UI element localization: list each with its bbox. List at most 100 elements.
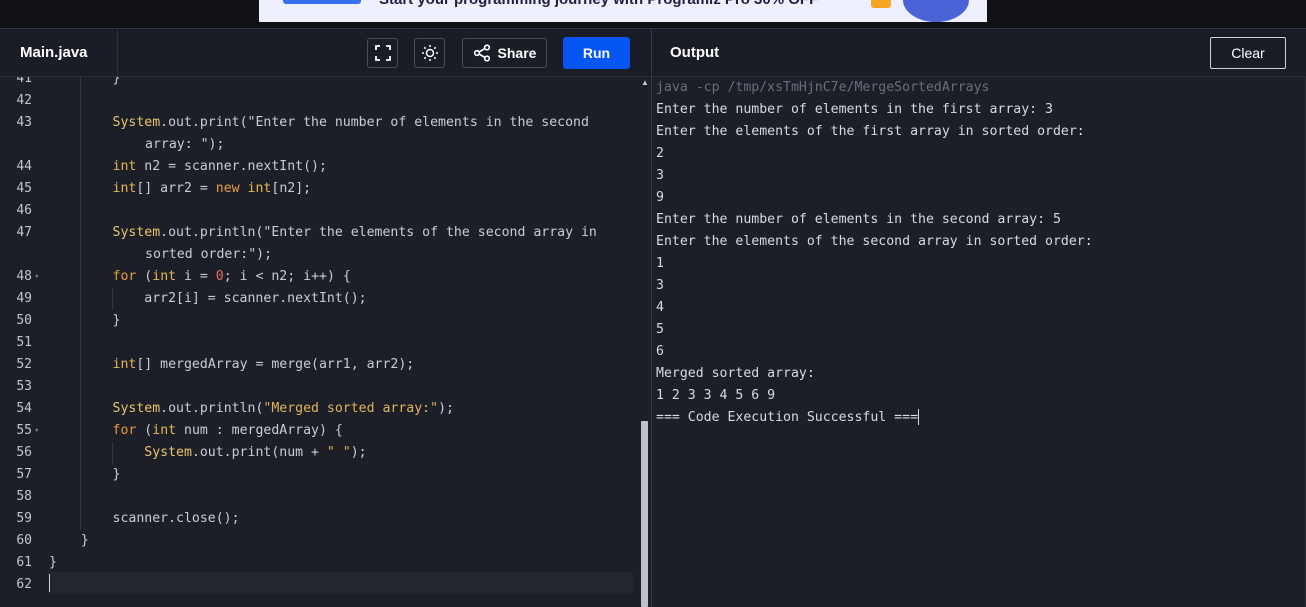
indent-guide xyxy=(80,332,81,354)
line-number: 57 xyxy=(16,467,32,482)
output-line: === Code Execution Successful === xyxy=(656,409,920,425)
ad-badge-graphic xyxy=(871,0,891,8)
indent-guide xyxy=(80,90,81,112)
code-text: int[] arr2 = new int[n2]; xyxy=(112,181,312,196)
code-text: System.out.print(num + " "); xyxy=(144,445,367,460)
theme-toggle-button[interactable] xyxy=(414,38,445,68)
scroll-up-icon[interactable]: ▲ xyxy=(641,78,649,87)
line-number: 52 xyxy=(16,357,32,372)
line-number: 43 xyxy=(16,115,32,130)
output-line: Enter the number of elements in the seco… xyxy=(656,212,1061,227)
code-line-60[interactable]: 60 } xyxy=(0,530,640,552)
ad-banner[interactable]: Start your programming journey with Prog… xyxy=(259,0,987,22)
editor-toolbar: Main.java Share Run xyxy=(0,29,650,77)
output-line: 2 xyxy=(656,146,664,161)
share-label: Share xyxy=(497,45,537,61)
code-line-50[interactable]: 50 } xyxy=(0,310,640,332)
line-number: 48 xyxy=(16,269,32,284)
code-line-51[interactable]: 51 xyxy=(0,332,640,354)
line-number: 51 xyxy=(16,335,32,350)
output-line: Enter the elements of the second array i… xyxy=(656,234,1093,249)
code-line-56[interactable]: 56 System.out.print(num + " "); xyxy=(0,442,640,464)
line-number: 47 xyxy=(16,225,32,240)
line-number: 56 xyxy=(16,445,32,460)
share-button[interactable]: Share xyxy=(462,38,547,68)
line-number: 59 xyxy=(16,511,32,526)
output-line: Enter the number of elements in the firs… xyxy=(656,102,1053,117)
code-line-52[interactable]: 52 int[] mergedArray = merge(arr1, arr2)… xyxy=(0,354,640,376)
code-line-49[interactable]: 49 arr2[i] = scanner.nextInt(); xyxy=(0,288,640,310)
ad-text: Start your programming journey with Prog… xyxy=(379,0,818,8)
output-line: 3 xyxy=(656,168,664,183)
code-text: for (int num : mergedArray) { xyxy=(112,423,343,438)
clear-button[interactable]: Clear xyxy=(1210,37,1286,69)
code-line-54[interactable]: 54 System.out.println("Merged sorted arr… xyxy=(0,398,640,420)
code-text: } xyxy=(49,77,121,86)
line-number: 41 xyxy=(16,77,32,86)
code-line-43[interactable]: 43 System.out.print("Enter the number of… xyxy=(0,112,640,156)
line-number: 62 xyxy=(16,577,32,592)
fullscreen-icon xyxy=(374,45,391,61)
fold-chevron-icon[interactable]: ▾ xyxy=(34,266,39,288)
indent-guide xyxy=(80,200,81,222)
output-line: 5 xyxy=(656,322,664,337)
code-line-42[interactable]: 42 xyxy=(0,90,640,112)
code-line-48[interactable]: 48 ▾ for (int i = 0; i < n2; i++) { xyxy=(0,266,640,288)
code-text: } xyxy=(49,313,121,328)
fullscreen-button[interactable] xyxy=(367,38,398,68)
code-line-47[interactable]: 47 System.out.println("Enter the element… xyxy=(0,222,640,266)
code-editor[interactable]: 41 } 42 43 System.out.print("Enter the num… xyxy=(0,77,640,607)
line-number: 54 xyxy=(16,401,32,416)
output-line: Enter the elements of the first array in… xyxy=(656,124,1085,139)
text-cursor xyxy=(918,409,920,425)
code-text: } xyxy=(49,555,57,570)
editor-scrollbar[interactable]: ▲ xyxy=(640,77,650,607)
line-number: 46 xyxy=(16,203,32,218)
line-number: 50 xyxy=(16,313,32,328)
code-line-53[interactable]: 53 xyxy=(0,376,640,398)
code-line-41[interactable]: 41 } xyxy=(0,77,640,90)
output-line: 6 xyxy=(656,344,664,359)
code-text: } xyxy=(49,533,89,548)
code-text-wrapped: sorted order:"); xyxy=(145,247,273,262)
fold-chevron-icon[interactable]: ▾ xyxy=(34,420,39,442)
output-line: 4 xyxy=(656,300,664,315)
scrollbar-thumb[interactable] xyxy=(641,421,648,607)
share-icon xyxy=(473,44,490,62)
indent-guide xyxy=(80,486,81,508)
ad-illustration xyxy=(903,0,969,22)
indent-guide xyxy=(80,376,81,398)
file-tab-main-java[interactable]: Main.java xyxy=(0,29,118,76)
code-line-55[interactable]: 55 ▾ for (int num : mergedArray) { xyxy=(0,420,640,442)
code-text: for (int i = 0; i < n2; i++) { xyxy=(112,269,351,284)
code-line-45[interactable]: 45 int[] arr2 = new int[n2]; xyxy=(0,178,640,200)
code-line-59[interactable]: 59 scanner.close(); xyxy=(0,508,640,530)
output-console[interactable]: java -cp /tmp/xsTmHjnC7e/MergeSortedArra… xyxy=(656,77,1296,607)
code-text: scanner.close(); xyxy=(49,511,240,526)
theme-sun-icon xyxy=(421,45,438,61)
code-text: int n2 = scanner.nextInt(); xyxy=(112,159,327,174)
code-line-58[interactable]: 58 xyxy=(0,486,640,508)
ad-button[interactable] xyxy=(283,0,361,4)
top-strip: Start your programming journey with Prog… xyxy=(0,0,1306,28)
code-line-57[interactable]: 57 } xyxy=(0,464,640,486)
line-number: 53 xyxy=(16,379,32,394)
code-line-44[interactable]: 44 int n2 = scanner.nextInt(); xyxy=(0,156,640,178)
code-text: System.out.print("Enter the number of el… xyxy=(112,115,589,130)
output-title: Output xyxy=(670,44,720,61)
line-number: 58 xyxy=(16,489,32,504)
output-line: 1 xyxy=(656,256,664,271)
line-number: 44 xyxy=(16,159,32,174)
line-number: 49 xyxy=(16,291,32,306)
run-button[interactable]: Run xyxy=(563,37,630,69)
code-text: int[] mergedArray = merge(arr1, arr2); xyxy=(112,357,415,372)
line-number: 42 xyxy=(16,93,32,108)
output-line: 9 xyxy=(656,190,664,205)
line-number: 45 xyxy=(16,181,32,196)
code-line-61[interactable]: 61} xyxy=(0,552,640,574)
line-number: 60 xyxy=(16,533,32,548)
line-number: 55 xyxy=(16,423,32,438)
code-line-62[interactable]: 62 xyxy=(0,574,640,596)
output-pane: Output Clear java -cp /tmp/xsTmHjnC7e/Me… xyxy=(651,29,1306,607)
code-line-46[interactable]: 46 xyxy=(0,200,640,222)
